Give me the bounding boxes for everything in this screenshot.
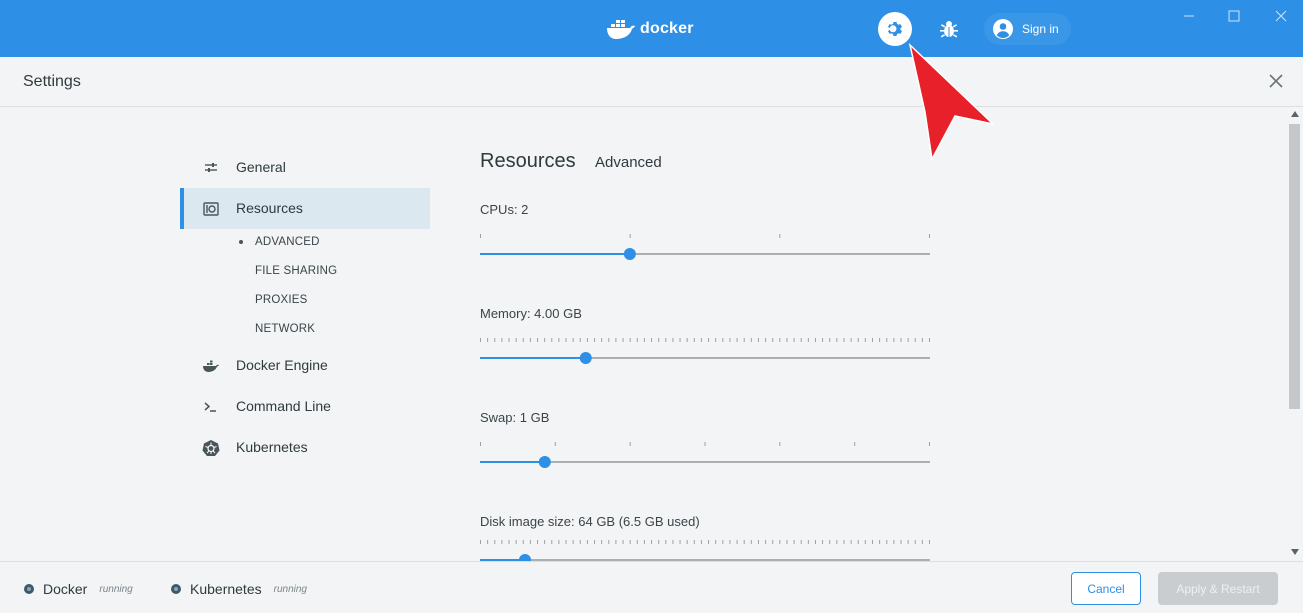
page-title: Settings: [23, 73, 81, 90]
cpus-label: CPUs: 2: [480, 202, 529, 217]
swap-slider[interactable]: [480, 442, 930, 472]
scroll-down-icon[interactable]: [1290, 548, 1300, 556]
sign-in-label: Sign in: [1022, 22, 1059, 36]
sidebar-item-label: Docker Engine: [236, 357, 328, 373]
window-close-button[interactable]: [1272, 8, 1292, 24]
section-title: Resources: [480, 150, 576, 172]
cancel-button[interactable]: Cancel: [1071, 572, 1141, 605]
disk-slider-clip: [480, 540, 930, 561]
terminal-icon: [204, 402, 216, 412]
docker-status: Docker running: [23, 581, 133, 597]
kubernetes-status: Kubernetes running: [170, 581, 307, 597]
slider-thumb[interactable]: [519, 554, 531, 561]
resources-icon: [203, 202, 219, 216]
section-subtitle: Advanced: [595, 154, 662, 171]
apply-restart-button[interactable]: Apply & Restart: [1158, 572, 1278, 605]
sidebar-item-command-line[interactable]: Command Line: [180, 386, 430, 427]
gear-icon: [888, 22, 902, 36]
slider-thumb[interactable]: [579, 352, 592, 364]
disk-size-slider[interactable]: [480, 540, 930, 561]
sliders-icon: [205, 163, 217, 172]
scroll-up-icon[interactable]: [1290, 110, 1300, 118]
user-avatar-icon: [993, 19, 1013, 39]
docker-status-state: running: [99, 583, 133, 595]
annotation-arrow: [908, 42, 996, 162]
kubernetes-status-state: running: [273, 583, 307, 595]
docker-status-icon: [24, 584, 34, 594]
sidebar-item-label: General: [236, 159, 286, 175]
sidebar-subitem-advanced[interactable]: ADVANCED: [255, 236, 320, 248]
kubernetes-icon: [202, 440, 220, 456]
whale-logo-icon: [607, 20, 635, 39]
sidebar-item-kubernetes[interactable]: Kubernetes: [180, 427, 430, 468]
memory-label: Memory: 4.00 GB: [480, 306, 582, 321]
memory-slider[interactable]: [480, 338, 930, 368]
active-sub-item-dot: [239, 240, 243, 244]
brand-name: docker: [640, 20, 694, 37]
title-bar: docker Sign in: [0, 0, 1303, 57]
sidebar-item-label: Kubernetes: [236, 439, 308, 455]
sidebar-item-docker-engine[interactable]: Docker Engine: [180, 345, 430, 386]
minimize-button[interactable]: [1180, 8, 1200, 24]
slider-thumb[interactable]: [538, 456, 551, 468]
whale-icon: [203, 360, 219, 372]
scrollbar-thumb[interactable]: [1289, 124, 1300, 409]
sidebar-subitem-network[interactable]: NETWORK: [255, 323, 315, 335]
kubernetes-status-name: Kubernetes: [190, 581, 262, 597]
kubernetes-status-icon: [171, 584, 181, 594]
sidebar-item-resources[interactable]: Resources: [180, 188, 430, 229]
docker-logo: docker: [606, 14, 694, 44]
sidebar-item-label: Command Line: [236, 398, 331, 414]
slider-thumb[interactable]: [623, 248, 636, 260]
sidebar-item-general[interactable]: General: [180, 147, 430, 188]
footer-bar: Docker running Kubernetes running Cancel…: [0, 561, 1303, 613]
disk-size-label: Disk image size: 64 GB (6.5 GB used): [480, 514, 700, 529]
settings-header: Settings: [0, 57, 1303, 107]
docker-status-name: Docker: [43, 581, 88, 597]
sidebar-subitem-file-sharing[interactable]: FILE SHARING: [255, 265, 337, 277]
swap-label: Swap: 1 GB: [480, 410, 550, 425]
troubleshoot-button[interactable]: [932, 12, 966, 46]
settings-button[interactable]: [878, 12, 912, 46]
cpus-slider[interactable]: [480, 234, 930, 264]
bug-icon: [940, 21, 958, 38]
close-icon[interactable]: [1266, 71, 1286, 91]
sign-in-button[interactable]: Sign in: [984, 13, 1071, 45]
sidebar-item-label: Resources: [236, 200, 303, 216]
maximize-button[interactable]: [1225, 8, 1245, 24]
sidebar-subitem-proxies[interactable]: PROXIES: [255, 294, 308, 306]
